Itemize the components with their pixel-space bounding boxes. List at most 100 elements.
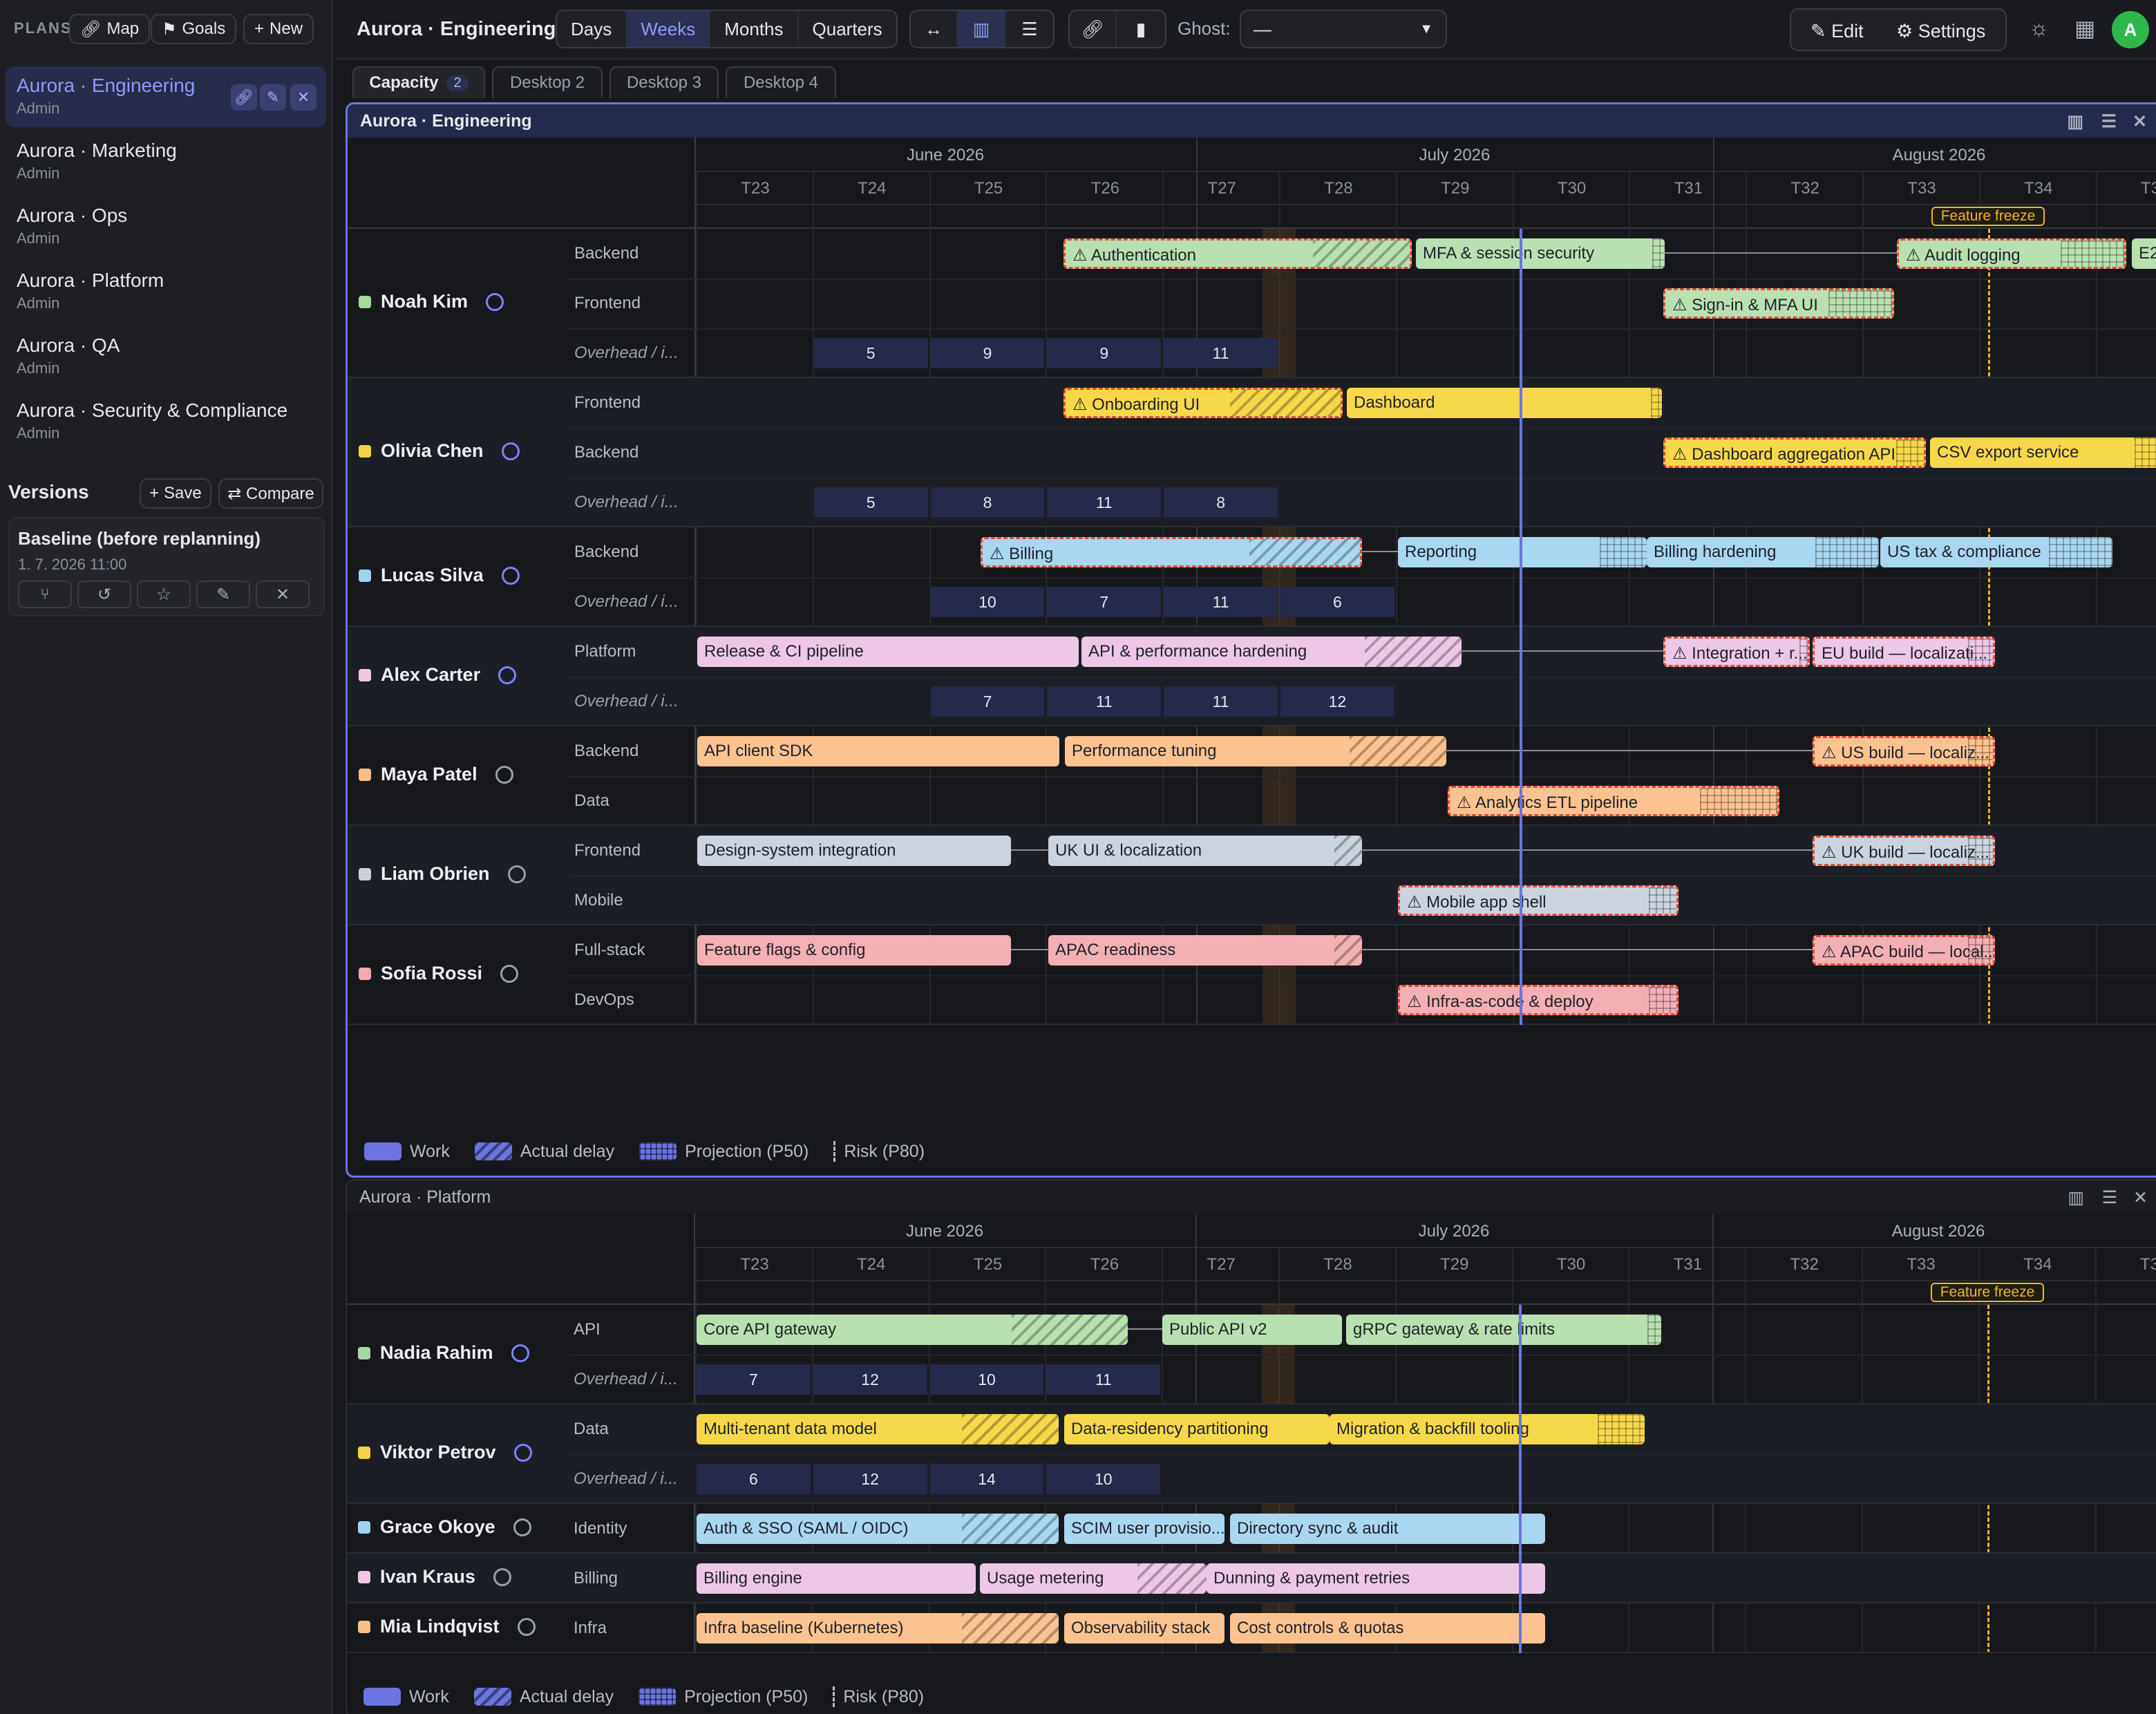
task-bar[interactable]: ⚠ Infra-as-code & deploy [1398, 985, 1679, 1015]
split-columns-icon[interactable]: ▥ [2067, 111, 2083, 132]
timer-icon[interactable] [486, 292, 504, 311]
task-bar[interactable]: Migration & backfill tooling [1330, 1414, 1645, 1444]
plan-item[interactable]: Aurora · Platform Admin [6, 261, 326, 322]
link-icon[interactable]: 🔗︎ [1070, 11, 1117, 47]
link-icon[interactable]: 🔗︎ [231, 84, 257, 111]
version-card[interactable]: Baseline (before replanning) 1. 7. 2026 … [8, 517, 325, 616]
person-label[interactable]: Maya Patel [359, 764, 513, 785]
task-bar[interactable]: Observability stack [1064, 1613, 1224, 1644]
task-bar[interactable]: ⚠ Sign-in & MFA UI [1663, 288, 1894, 319]
map-button[interactable]: 🔗︎ Map [69, 14, 151, 44]
scale-months[interactable]: Months [710, 11, 799, 47]
task-bar[interactable]: Release & CI pipeline [697, 637, 1079, 667]
task-bar[interactable]: ⚠ Audit logging [1897, 238, 2126, 269]
task-bar[interactable]: ⚠ Dashboard aggregation API [1663, 437, 1926, 468]
task-bar[interactable]: Directory sync & audit [1230, 1514, 1545, 1544]
rows-icon[interactable]: ☰ [1006, 11, 1053, 47]
pencil-icon[interactable]: ✎ [260, 84, 286, 111]
task-bar[interactable]: ⚠ Onboarding UI [1063, 388, 1343, 418]
task-bar[interactable]: SCIM user provisio... [1064, 1514, 1224, 1544]
close-icon[interactable]: ✕ [290, 84, 316, 111]
task-bar[interactable]: ⚠ Integration + r... [1663, 637, 1810, 667]
close-panel-icon[interactable]: ✕ [2133, 1187, 2148, 1208]
person-label[interactable]: Mia Lindqvist [358, 1616, 536, 1637]
split-rows-icon[interactable]: ☰ [2101, 111, 2117, 132]
columns-icon[interactable]: ▥ [958, 11, 1006, 47]
fit-width-icon[interactable]: ↔ [911, 11, 958, 47]
timer-icon[interactable] [513, 1518, 531, 1536]
task-bar[interactable]: E2E [2132, 238, 2156, 269]
timer-icon[interactable] [517, 1617, 536, 1636]
task-bar[interactable]: ⚠ Analytics ETL pipeline [1448, 786, 1779, 816]
task-bar[interactable]: Public API v2 [1162, 1315, 1342, 1345]
plan-item[interactable]: Aurora · QA Admin [6, 326, 326, 387]
plan-item[interactable]: Aurora · Ops Admin [6, 196, 326, 257]
person-label[interactable]: Sofia Rossi [359, 963, 519, 984]
compare-button[interactable]: ⇄ Compare [218, 478, 323, 509]
task-bar[interactable]: Billing hardening [1647, 537, 1879, 567]
plan-item[interactable]: Aurora · Security & Compliance Admin [6, 391, 326, 452]
person-label[interactable]: Alex Carter [359, 664, 517, 686]
timer-icon[interactable] [498, 666, 517, 684]
sun-icon[interactable]: ☼ [2029, 15, 2049, 41]
plan-item[interactable]: Aurora · Marketing Admin [6, 131, 326, 192]
timer-icon[interactable] [501, 566, 520, 585]
task-bar[interactable]: Core API gateway [697, 1315, 1128, 1345]
close-icon[interactable]: ✕ [256, 581, 310, 608]
scale-quarters[interactable]: Quarters [799, 11, 896, 47]
scale-weeks[interactable]: Weeks [627, 11, 711, 47]
timer-icon[interactable] [501, 442, 520, 460]
pencil-icon[interactable]: ✎ [196, 581, 250, 608]
task-bar[interactable]: gRPC gateway & rate limits [1346, 1315, 1661, 1345]
task-bar[interactable]: Design-system integration [697, 836, 1011, 866]
chart-icon[interactable]: ▮ [1117, 11, 1165, 47]
scale-days[interactable]: Days [557, 11, 627, 47]
person-label[interactable]: Nadia Rahim [358, 1342, 529, 1364]
restore-icon[interactable]: ↺ [77, 581, 131, 608]
ghost-select[interactable]: — ▼ [1240, 10, 1447, 48]
split-columns-icon[interactable]: ▥ [2068, 1187, 2084, 1208]
person-label[interactable]: Liam Obrien [359, 863, 526, 885]
task-bar[interactable]: ⚠ Billing [981, 537, 1362, 567]
task-bar[interactable]: Performance tuning [1065, 736, 1446, 766]
split-rows-icon[interactable]: ☰ [2102, 1187, 2117, 1208]
avatar[interactable]: A [2112, 11, 2149, 48]
timer-icon[interactable] [511, 1344, 529, 1362]
task-bar[interactable]: ⚠ Mobile app shell [1398, 885, 1679, 916]
task-bar[interactable]: API client SDK [697, 736, 1059, 766]
task-bar[interactable]: EU build — localizati... [1813, 637, 1995, 667]
person-label[interactable]: Lucas Silva [359, 565, 520, 586]
timer-icon[interactable] [495, 765, 513, 784]
apps-grid-icon[interactable]: ▦ [2074, 15, 2095, 41]
person-label[interactable]: Grace Okoye [358, 1516, 531, 1538]
task-bar[interactable]: ⚠ Authentication [1063, 238, 1412, 269]
task-bar[interactable]: UK UI & localization [1048, 836, 1362, 866]
new-plan-button[interactable]: + New [243, 14, 314, 44]
task-bar[interactable]: Data-residency partitioning [1064, 1414, 1330, 1444]
tab-capacity[interactable]: Capacity 2 [352, 66, 485, 98]
branch-icon[interactable]: ⑂ [18, 581, 72, 608]
task-bar[interactable]: ⚠ US build — localiz... [1813, 736, 1995, 766]
task-bar[interactable]: Usage metering [980, 1563, 1207, 1594]
person-label[interactable]: Ivan Kraus [358, 1566, 512, 1588]
tab-desktop-3[interactable]: Desktop 3 [609, 66, 719, 98]
task-bar[interactable]: Billing engine [697, 1563, 976, 1594]
timer-icon[interactable] [493, 1567, 512, 1586]
goals-button[interactable]: ⚑ Goals [151, 14, 237, 44]
task-bar[interactable]: Feature flags & config [697, 935, 1011, 966]
task-bar[interactable]: US tax & compliance [1880, 537, 2112, 567]
timer-icon[interactable] [500, 964, 519, 983]
task-bar[interactable]: MFA & session security [1416, 238, 1665, 269]
task-bar[interactable]: Dunning & payment retries [1207, 1563, 1545, 1594]
task-bar[interactable]: Cost controls & quotas [1230, 1613, 1545, 1644]
tab-desktop-4[interactable]: Desktop 4 [726, 66, 836, 98]
task-bar[interactable]: Multi-tenant data model [697, 1414, 1059, 1444]
task-bar[interactable]: APAC readiness [1048, 935, 1362, 966]
task-bar[interactable]: Infra baseline (Kubernetes) [697, 1613, 1059, 1644]
tab-desktop-2[interactable]: Desktop 2 [492, 66, 603, 98]
timer-icon[interactable] [513, 1443, 532, 1462]
task-bar[interactable]: Dashboard [1347, 388, 1662, 418]
settings-button[interactable]: ⚙ Settings [1896, 21, 1985, 42]
timer-icon[interactable] [507, 865, 526, 883]
edit-button[interactable]: ✎ Edit [1810, 21, 1864, 42]
